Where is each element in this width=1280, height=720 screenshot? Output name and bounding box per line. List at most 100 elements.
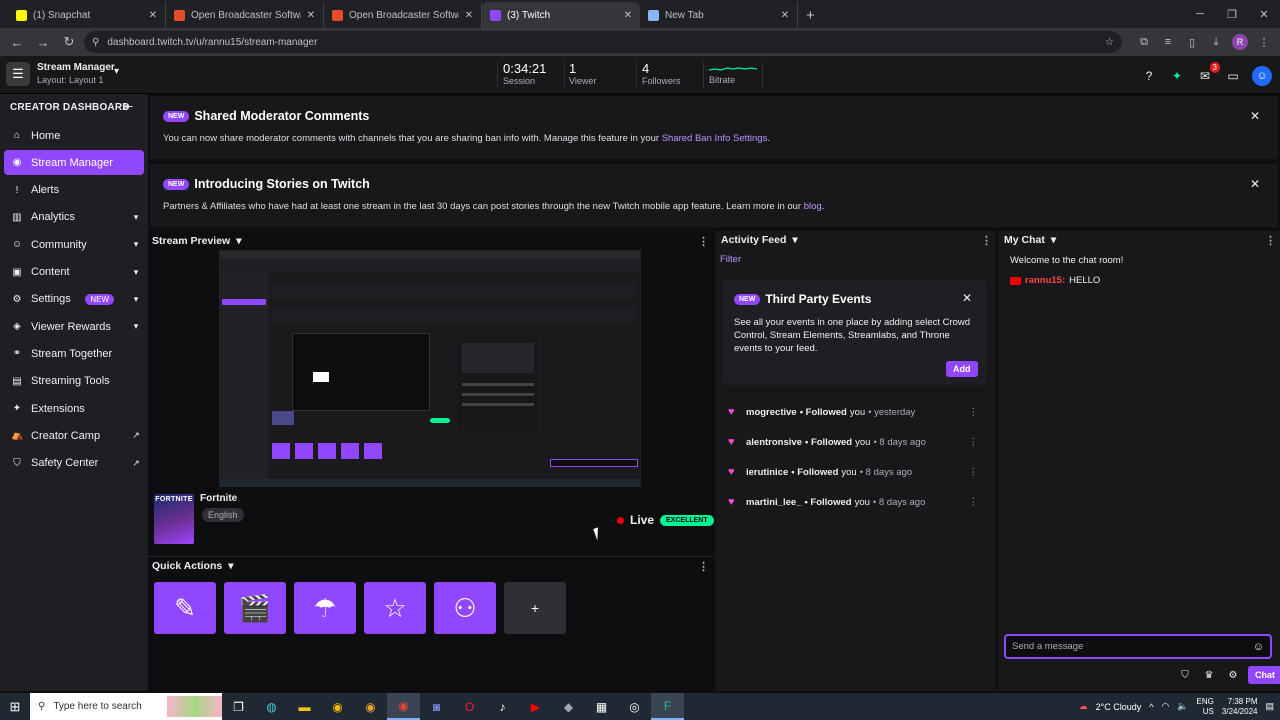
tiktok-icon[interactable]: ♪	[486, 693, 519, 720]
extensions-gem-icon[interactable]: ✦	[1168, 67, 1186, 85]
quick-actions-header[interactable]: Quick Actions ▾ ⋮	[148, 557, 713, 575]
browser-tab[interactable]: Open Broadcaster Software | O ✕	[324, 2, 482, 28]
chevron-down-icon[interactable]: ▾	[228, 560, 233, 572]
taskbar-search[interactable]: ⚲ Type here to search	[30, 693, 222, 720]
notifications-icon[interactable]: ✉ 3	[1196, 62, 1220, 85]
layout-chevron-down-icon[interactable]: ▾	[114, 66, 119, 77]
sidebar-item-stream-together[interactable]: ⚭ Stream Together	[4, 341, 144, 366]
download-icon[interactable]: ⤓	[1206, 32, 1226, 52]
stream-health-badge[interactable]: EXCELLENT	[660, 514, 714, 526]
app-green-icon[interactable]: F	[651, 693, 684, 720]
more-options-icon[interactable]: ⋮	[969, 467, 979, 478]
site-info-icon[interactable]: ⚲	[92, 37, 99, 48]
follower-username[interactable]: alentronsive	[746, 437, 802, 448]
windows-start-icon[interactable]: ⊞	[0, 693, 30, 720]
language-indicator[interactable]: ENG US	[1197, 697, 1214, 717]
more-options-icon[interactable]: ⋮	[969, 497, 979, 508]
close-tab-icon[interactable]: ✕	[149, 10, 157, 21]
browser-tab[interactable]: (3) Twitch ✕	[482, 2, 640, 28]
obs-icon[interactable]: ◎	[618, 693, 651, 720]
follower-username[interactable]: martini_lee_	[746, 497, 801, 508]
sidebar-item-safety-center[interactable]: ⛉ Safety Center ↗	[4, 451, 144, 476]
quick-action-button[interactable]: +	[504, 582, 566, 634]
sidebar-item-home[interactable]: ⌂ Home	[4, 123, 144, 148]
whispers-icon[interactable]: ▭	[1224, 67, 1242, 85]
sidebar-item-extensions[interactable]: ✦ Extensions	[4, 396, 144, 421]
list-item[interactable]: ♥ mogrective • Followed you • yesterday ⋮	[728, 403, 990, 421]
activity-feed-header[interactable]: Activity Feed ▾ ⋮	[715, 231, 996, 249]
more-options-icon[interactable]: ⋮	[698, 235, 709, 248]
close-window-icon[interactable]: ✕	[1248, 0, 1280, 28]
browser-menu-icon[interactable]: ⋮	[1254, 32, 1274, 52]
collapse-sidebar-icon[interactable]: ⇤	[124, 100, 133, 113]
chevron-down-icon[interactable]: ▾	[1051, 234, 1056, 246]
chrome-active-icon[interactable]: ◉	[387, 693, 420, 720]
quick-action-button[interactable]: ☆	[364, 582, 426, 634]
game-title[interactable]: Fortnite	[200, 493, 237, 504]
close-tab-icon[interactable]: ✕	[465, 10, 473, 21]
opera-icon[interactable]: O	[453, 693, 486, 720]
blog-link[interactable]: blog	[804, 201, 822, 212]
gear-icon[interactable]: ⚙	[1224, 666, 1242, 684]
media-icon[interactable]: ≡	[1158, 32, 1178, 52]
list-item[interactable]: ♥ ierutinice • Followed you • 8 days ago ⋮	[728, 463, 990, 481]
new-tab-button[interactable]: +	[798, 2, 823, 28]
trophy-icon[interactable]: ♛	[1200, 666, 1218, 684]
chat-username[interactable]: rannu15:	[1025, 275, 1065, 286]
extensions-icon[interactable]: ⧉	[1134, 32, 1154, 52]
add-button[interactable]: Add	[946, 361, 978, 377]
back-icon[interactable]: ←	[6, 31, 28, 53]
sidebar-item-creator-camp[interactable]: ⛺ Creator Camp ↗	[4, 423, 144, 448]
more-options-icon[interactable]: ⋮	[981, 234, 992, 247]
close-icon[interactable]: ✕	[1250, 177, 1260, 191]
sidebar-item-settings[interactable]: ⚙ Settings NEW ▾	[4, 287, 144, 312]
chevron-down-icon[interactable]: ▾	[236, 235, 241, 247]
sidebar-item-streaming-tools[interactable]: ▤ Streaming Tools	[4, 369, 144, 394]
quick-action-button[interactable]: ⚇	[434, 582, 496, 634]
sidepanel-icon[interactable]: ▯	[1182, 32, 1202, 52]
sidebar-item-analytics[interactable]: ▥ Analytics ▾	[4, 205, 144, 230]
url-field[interactable]: ⚲ dashboard.twitch.tv/u/rannu15/stream-m…	[84, 31, 1122, 53]
sidebar-item-viewer-rewards[interactable]: ◈ Viewer Rewards ▾	[4, 314, 144, 339]
browser-tab[interactable]: New Tab ✕	[640, 2, 798, 28]
chat-input[interactable]: Send a message ☺	[1004, 634, 1272, 659]
quick-action-button[interactable]: ✎	[154, 582, 216, 634]
shared-ban-info-link[interactable]: Shared Ban Info Settings	[662, 133, 768, 144]
more-options-icon[interactable]: ⋮	[698, 560, 709, 573]
mod-shield-icon[interactable]: ⛉	[1176, 666, 1194, 684]
reload-icon[interactable]: ↻	[58, 31, 80, 53]
filter-link[interactable]: Filter	[720, 254, 741, 265]
close-icon[interactable]: ✕	[962, 291, 972, 305]
sidebar-item-stream-manager[interactable]: ◉ Stream Manager	[4, 150, 144, 176]
game-box-art[interactable]: FORTNITE	[154, 494, 194, 544]
youtube-icon[interactable]: ▶	[519, 693, 552, 720]
more-options-icon[interactable]: ⋮	[1265, 234, 1276, 247]
language-tag[interactable]: English	[202, 508, 244, 522]
profile-button[interactable]: R	[1230, 32, 1250, 52]
quick-action-button[interactable]: ☂	[294, 582, 356, 634]
calculator-icon[interactable]: ▦	[585, 693, 618, 720]
file-explorer-icon[interactable]: ▬	[288, 693, 321, 720]
emote-picker-icon[interactable]: ☺	[1253, 641, 1264, 653]
follower-username[interactable]: mogrective	[746, 407, 797, 418]
more-options-icon[interactable]: ⋮	[969, 407, 979, 418]
stream-preview-header[interactable]: Stream Preview ▾ ⋮	[148, 232, 713, 250]
sidebar-item-alerts[interactable]: ! Alerts	[4, 178, 144, 203]
close-tab-icon[interactable]: ✕	[781, 10, 789, 21]
chevron-down-icon[interactable]: ▾	[792, 234, 797, 246]
browser-tab[interactable]: Open Broadcaster Software | O ✕	[166, 2, 324, 28]
clock[interactable]: 7:38 PM 3/24/2024	[1222, 697, 1258, 717]
quick-action-button[interactable]: 🎬	[224, 582, 286, 634]
sidebar-item-community[interactable]: ☺ Community ▾	[4, 232, 144, 257]
chat-send-button[interactable]: Chat	[1248, 666, 1280, 684]
app-icon[interactable]: ◆	[552, 693, 585, 720]
more-options-icon[interactable]: ⋮	[969, 437, 979, 448]
notification-center-icon[interactable]: ▤	[1265, 701, 1274, 712]
avatar[interactable]: ☺	[1252, 66, 1272, 86]
task-view-icon[interactable]: ❐	[222, 693, 255, 720]
stream-preview-video[interactable]	[219, 250, 641, 487]
sidebar-item-content[interactable]: ▣ Content ▾	[4, 260, 144, 285]
browser-tab[interactable]: (1) Snapchat ✕	[8, 2, 166, 28]
tray-chevron-icon[interactable]: ^	[1149, 702, 1153, 712]
chrome-profile-icon[interactable]: ◉	[354, 693, 387, 720]
